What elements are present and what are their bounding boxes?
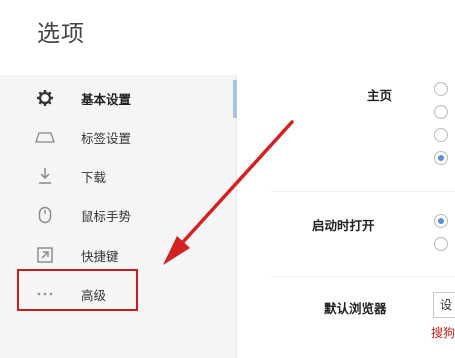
sidebar: 基本设置 标签设置 下载 鼠标手势 快捷键 高级	[0, 75, 237, 358]
homepage-radio[interactable]	[434, 151, 448, 165]
active-indicator	[233, 80, 237, 118]
page-title: 选项	[37, 21, 85, 47]
download-icon	[34, 165, 56, 187]
tab-icon	[34, 126, 56, 148]
homepage-radio[interactable]	[434, 128, 448, 142]
startup-radio[interactable]	[434, 237, 448, 251]
default-browser-label: 默认浏览器	[324, 301, 387, 316]
sidebar-item-label: 基本设置	[81, 91, 132, 107]
sidebar-item-label: 快捷键	[81, 248, 119, 264]
sidebar-item-label: 鼠标手势	[81, 208, 132, 224]
sidebar-item-mouse-gestures[interactable]: 鼠标手势	[0, 195, 236, 235]
sidebar-item-download[interactable]: 下载	[0, 156, 236, 196]
mouse-icon	[34, 204, 56, 226]
sidebar-item-label: 下载	[81, 169, 107, 185]
homepage-radio[interactable]	[434, 82, 448, 96]
sidebar-item-label: 标签设置	[81, 130, 132, 146]
shortcut-icon	[34, 244, 56, 266]
gear-icon	[34, 87, 56, 109]
homepage-label: 主页	[367, 88, 393, 103]
startup-radio[interactable]	[434, 214, 448, 228]
divider	[271, 276, 455, 277]
default-browser-note: 搜狗	[431, 326, 455, 340]
sidebar-item-tab-settings[interactable]: 标签设置	[0, 117, 236, 157]
startup-label: 启动时打开	[312, 218, 375, 233]
homepage-radio[interactable]	[434, 105, 448, 119]
set-default-button[interactable]: 设	[433, 292, 455, 318]
sidebar-item-basic-settings[interactable]: 基本设置	[0, 78, 236, 118]
divider	[271, 191, 455, 192]
annotation-highlight-box	[17, 269, 138, 311]
